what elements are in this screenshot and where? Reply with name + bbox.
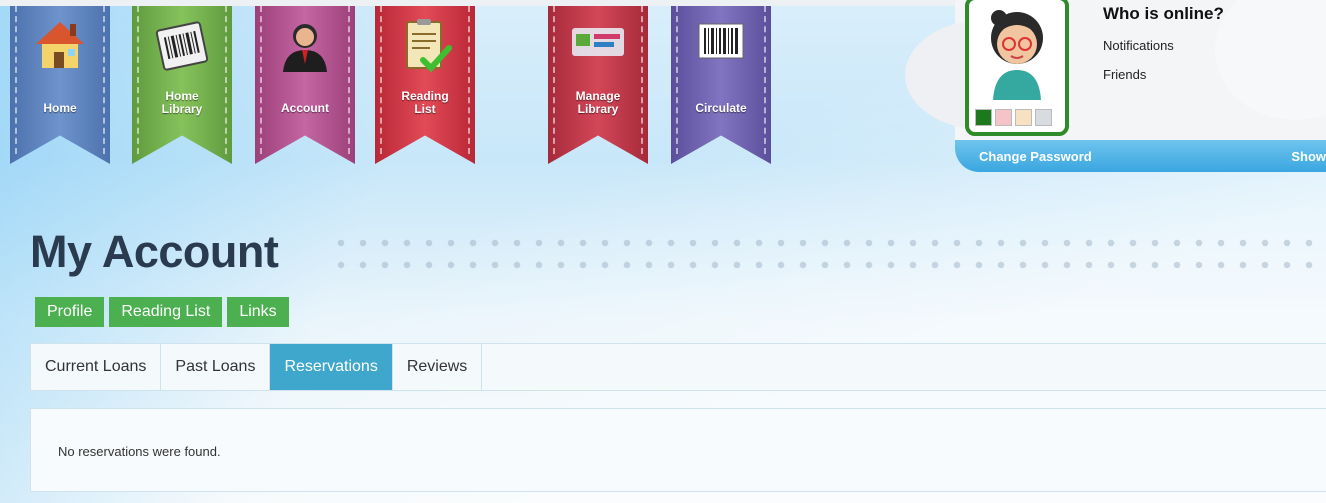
nav-circulate[interactable]: Circulate <box>671 6 771 164</box>
friends-link[interactable]: Friends <box>1103 67 1146 82</box>
decorative-dots <box>330 232 1320 272</box>
nav-reading-list[interactable]: Reading List <box>375 6 475 164</box>
reservations-panel: No reservations were found. <box>30 408 1326 492</box>
nav-account-label: Account <box>281 101 329 115</box>
tab-profile[interactable]: Profile <box>35 297 105 327</box>
tab-reading-list[interactable]: Reading List <box>109 297 223 327</box>
notifications-link[interactable]: Notifications <box>1103 38 1174 53</box>
page-title: My Account <box>30 226 279 277</box>
show-link[interactable]: Show <box>1291 149 1326 164</box>
clipboard-check-icon <box>406 19 452 73</box>
who-is-online-title: Who is online? <box>1103 4 1224 23</box>
tab-past-loans[interactable]: Past Loans <box>161 344 271 390</box>
user-panel-bar: Change Password Show <box>955 140 1326 172</box>
nav-account[interactable]: Account <box>255 6 355 164</box>
change-password-link[interactable]: Change Password <box>979 149 1092 164</box>
barcode-icon <box>698 23 744 59</box>
tab-reservations[interactable]: Reservations <box>270 344 393 390</box>
nav-home-library[interactable]: Home Library <box>132 6 232 164</box>
loan-tabs: Current Loans Past Loans Reservations Re… <box>30 343 1326 391</box>
tab-reviews[interactable]: Reviews <box>392 344 483 390</box>
user-panel: Who is online? Notifications Friends Cha… <box>905 0 1326 172</box>
swatch-peach[interactable] <box>1015 109 1032 126</box>
avatar-color-swatches <box>975 109 1052 126</box>
tab-current-loans[interactable]: Current Loans <box>31 344 162 390</box>
logo-icon <box>572 28 624 56</box>
swatch-gray[interactable] <box>1035 109 1052 126</box>
swatch-pink[interactable] <box>995 109 1012 126</box>
nav-home-library-label: Home Library <box>161 89 203 116</box>
nav-circulate-label: Circulate <box>695 101 747 115</box>
barcode-book-icon <box>155 21 209 71</box>
tab-links[interactable]: Links <box>227 297 289 327</box>
section-tabs: Profile Reading List Links <box>35 297 289 327</box>
avatar-icon <box>991 10 1043 100</box>
person-icon <box>283 24 327 72</box>
nav-manage-library-label: Manage Library <box>575 89 621 116</box>
house-icon <box>36 22 84 68</box>
nav-reading-list-label: Reading List <box>401 89 449 116</box>
nav-home-label: Home <box>43 101 77 115</box>
swatch-green[interactable] <box>975 109 992 126</box>
nav-home[interactable]: Home <box>10 6 110 164</box>
nav-manage-library[interactable]: Manage Library <box>548 6 648 164</box>
avatar[interactable] <box>965 0 1069 136</box>
empty-message: No reservations were found. <box>58 444 221 459</box>
